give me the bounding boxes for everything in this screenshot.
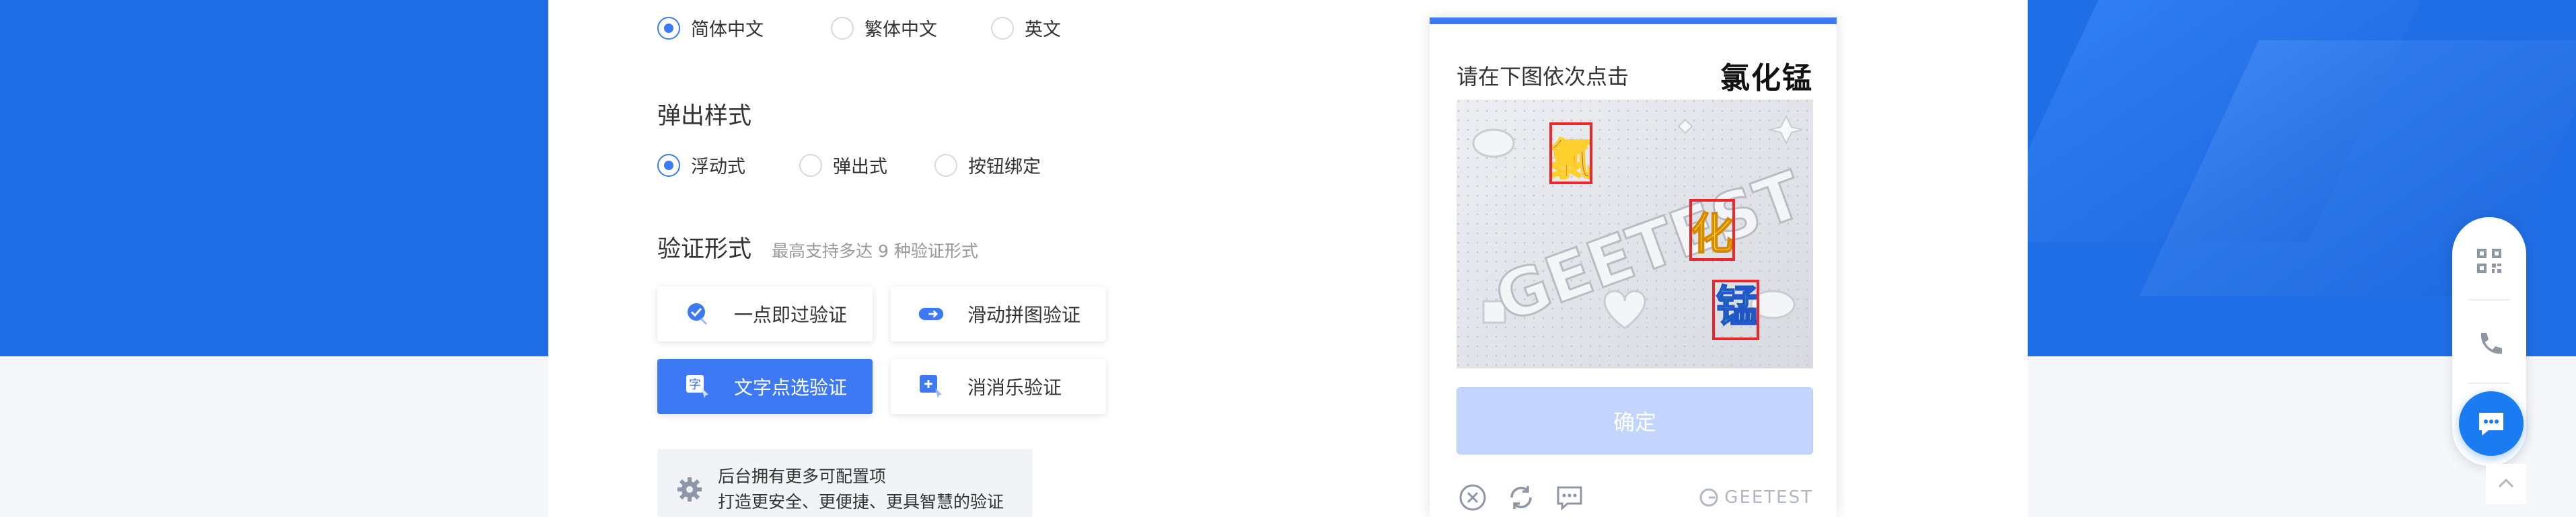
radio-unchecked-icon	[831, 16, 854, 40]
radio-style-popup[interactable]: 弹出式	[799, 152, 887, 178]
config-note-card: 后台拥有更多可配置项 打造更安全、更便捷、更具智慧的验证	[657, 449, 1033, 517]
verify-form-title: 验证形式 最高支持多达 9 种验证形式	[657, 230, 978, 264]
captcha-footer: GEETEST	[1457, 481, 1813, 514]
mode-label: 滑动拼图验证	[967, 304, 1081, 326]
captcha-target-characters: 氯化锰	[1720, 61, 1813, 95]
chevron-up-icon	[2498, 478, 2514, 488]
verify-form-title-text: 验证形式	[657, 236, 752, 263]
mode-label: 一点即过验证	[734, 304, 848, 326]
radio-style-float[interactable]: 浮动式	[657, 152, 745, 178]
chat-button[interactable]	[2459, 391, 2524, 456]
svg-text:氯: 氯	[1549, 136, 1592, 186]
geetest-logo-icon	[1699, 488, 1718, 507]
mode-one-click-button[interactable]: 一点即过验证	[657, 286, 873, 342]
radio-unchecked-icon	[799, 153, 822, 177]
target-character-meng: 锰	[1712, 280, 1760, 340]
one-click-check-icon	[684, 301, 711, 327]
text-click-icon: 字	[684, 373, 711, 400]
captcha-image[interactable]: GEETEST 氯 化 锰	[1457, 100, 1813, 368]
svg-text:字: 字	[689, 378, 701, 392]
divider	[2469, 383, 2509, 384]
close-icon[interactable]	[1457, 481, 1489, 514]
radio-label: 弹出式	[833, 157, 887, 177]
chat-icon	[2479, 413, 2503, 436]
radio-language-english[interactable]: 英文	[991, 15, 1061, 41]
geetest-brand: GEETEST	[1699, 487, 1813, 508]
feedback-icon[interactable]	[1553, 481, 1586, 514]
background-left-blue	[0, 0, 548, 356]
gear-icon	[676, 476, 703, 506]
svg-text:锰: 锰	[1716, 282, 1759, 332]
mode-label: 消消乐验证	[967, 376, 1062, 399]
geetest-brand-text: GEETEST	[1724, 487, 1813, 508]
captcha-header: 请在下图依次点击 氯化锰	[1457, 54, 1813, 97]
popup-style-title: 弹出样式	[657, 103, 752, 130]
radio-language-simplified[interactable]: 简体中文	[657, 15, 764, 41]
language-radio-group: 简体中文 繁体中文 英文	[657, 15, 1101, 41]
config-note-line1: 后台拥有更多可配置项	[718, 467, 887, 486]
radio-label: 英文	[1025, 19, 1061, 40]
captcha-confirm-button[interactable]: 确定	[1457, 387, 1813, 454]
verify-form-hint: 最高支持多达 9 种验证形式	[772, 241, 978, 261]
mode-slide-button[interactable]: 滑动拼图验证	[891, 286, 1106, 342]
mode-label: 文字点选验证	[734, 376, 848, 399]
refresh-icon[interactable]	[1505, 481, 1537, 514]
captcha-widget: 请在下图依次点击 氯化锰 GEETEST 氯 化 锰 确定 GEETEST	[1430, 17, 1837, 517]
demo-panel: 简体中文 繁体中文 英文 弹出样式 浮动式 弹出式 按钮绑定 验证形式 最高支持多…	[548, 0, 2028, 517]
slide-puzzle-icon	[918, 301, 945, 327]
divider	[2469, 299, 2509, 301]
radio-language-traditional[interactable]: 繁体中文	[831, 15, 937, 41]
mode-match-button[interactable]: 消消乐验证	[891, 359, 1106, 414]
phone-icon[interactable]	[2452, 307, 2526, 381]
qr-code-icon[interactable]	[2452, 224, 2526, 298]
svg-text:化: 化	[1691, 210, 1734, 260]
radio-unchecked-icon	[934, 153, 957, 177]
popup-style-radio-group: 浮动式 弹出式 按钮绑定	[657, 152, 1081, 178]
mode-text-click-button[interactable]: 字 文字点选验证	[657, 359, 873, 414]
radio-checked-icon	[657, 16, 680, 40]
radio-label: 按钮绑定	[968, 157, 1041, 177]
match-game-icon	[918, 373, 945, 400]
radio-unchecked-icon	[991, 16, 1014, 40]
radio-label: 浮动式	[691, 157, 745, 177]
back-to-top-button[interactable]	[2486, 464, 2526, 504]
radio-style-bind[interactable]: 按钮绑定	[934, 152, 1041, 178]
config-note-line2: 打造更安全、更便捷、更具智慧的验证	[718, 492, 1004, 512]
target-character-hua: 化	[1689, 199, 1735, 261]
radio-checked-icon	[657, 153, 680, 177]
captcha-instruction: 请在下图依次点击	[1457, 64, 1629, 89]
radio-label: 繁体中文	[864, 19, 937, 40]
radio-label: 简体中文	[691, 19, 764, 40]
